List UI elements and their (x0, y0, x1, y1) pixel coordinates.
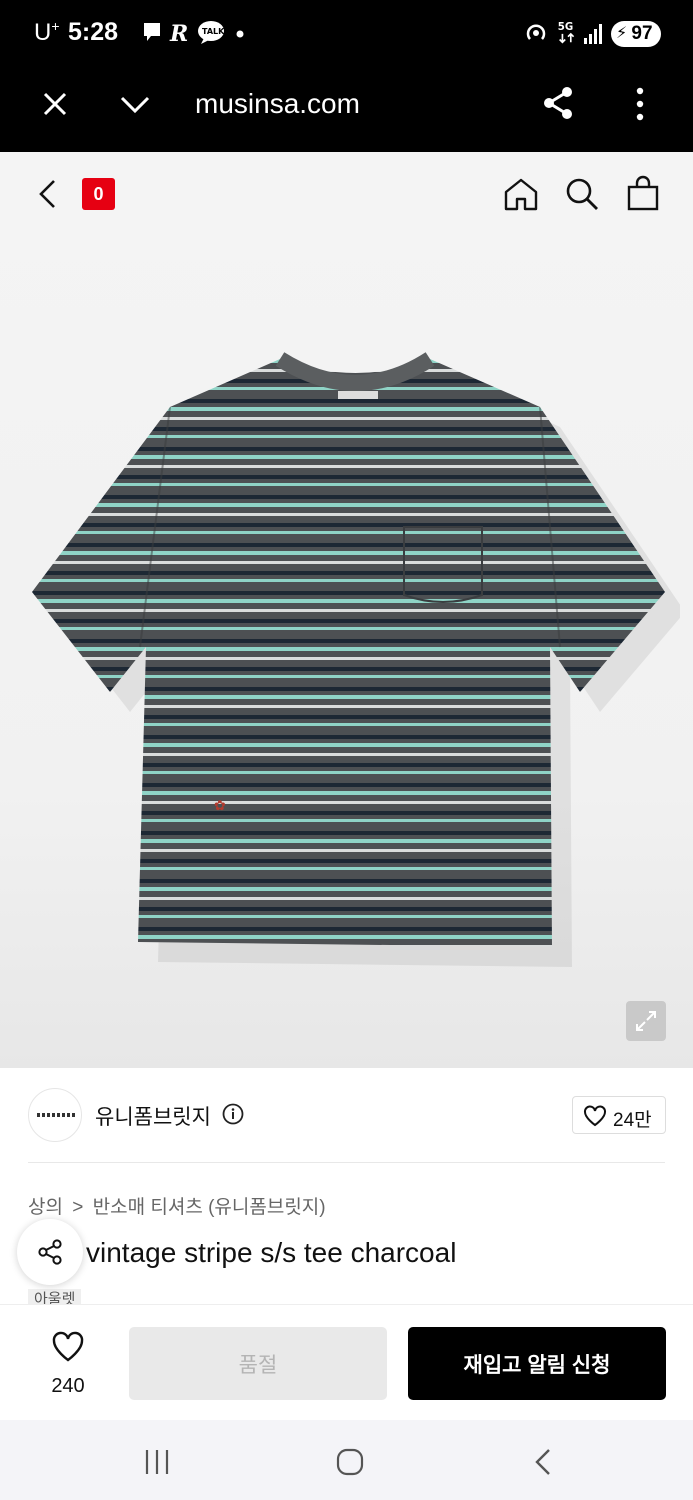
bag-icon[interactable] (625, 174, 661, 212)
cart-count-badge[interactable]: 0 (82, 178, 115, 210)
svg-text:5G: 5G (558, 22, 573, 33)
close-icon[interactable] (40, 89, 70, 119)
soldout-button[interactable]: 품절 (129, 1327, 387, 1400)
heart-icon (52, 1331, 84, 1362)
svg-text:TALK: TALK (202, 27, 225, 36)
app-r-icon: R (169, 21, 188, 46)
browser-toolbar: musinsa.com (0, 66, 693, 152)
brand-name[interactable]: 유니폼브릿지 (95, 1101, 211, 1131)
dot-icon (236, 30, 244, 38)
share-icon[interactable] (541, 85, 575, 121)
home-nav-icon[interactable] (335, 1447, 365, 1477)
svg-text:✿: ✿ (214, 798, 226, 814)
zoom-button[interactable] (626, 1001, 666, 1041)
purchase-action-bar: 240 품절 재입고 알림 신청 (0, 1304, 693, 1420)
home-icon[interactable] (503, 176, 539, 212)
status-bar: U+ 5:28 R TALK 5G ⚡ 97 (0, 0, 693, 66)
product-photo: ✿ (32, 352, 680, 967)
wishlist-count: 240 (51, 1375, 85, 1397)
breadcrumb: 상의 > 반소매 티셔츠 (유니폼브릿지) (28, 1192, 326, 1219)
brand-like-count: 24만 (613, 1110, 652, 1131)
breadcrumb-category[interactable]: 상의 (28, 1197, 63, 1218)
info-icon[interactable] (222, 1103, 244, 1125)
back-icon[interactable] (36, 178, 60, 210)
svg-text:R: R (169, 21, 188, 46)
search-icon[interactable] (564, 176, 600, 212)
chevron-down-icon[interactable] (118, 89, 152, 119)
more-vert-icon[interactable] (630, 86, 650, 122)
battery-indicator: ⚡ 97 (611, 21, 661, 47)
product-title: vintage stripe s/s tee charcoal (86, 1237, 457, 1268)
hotspot-icon (526, 24, 546, 40)
brand-logo[interactable] (28, 1088, 82, 1142)
talk-icon: TALK (198, 21, 225, 44)
breadcrumb-subcategory[interactable]: 반소매 티셔츠 (유니폼브릿지) (93, 1197, 326, 1218)
breadcrumb-separator: > (72, 1197, 84, 1218)
charging-icon: ⚡ (616, 25, 628, 42)
recent-apps-icon[interactable] (142, 1448, 172, 1476)
clock: 5:28 (68, 18, 119, 46)
system-nav-bar (0, 1420, 693, 1500)
wishlist-button[interactable]: 240 (38, 1327, 98, 1397)
signal-icon (584, 24, 602, 44)
back-nav-icon[interactable] (532, 1447, 556, 1477)
network-5g-icon: 5G (558, 22, 575, 44)
expand-icon (636, 1011, 656, 1031)
message-icon (144, 23, 160, 41)
share-icon (38, 1239, 62, 1265)
heart-icon (584, 1105, 606, 1127)
divider (28, 1162, 665, 1163)
share-fab-button[interactable] (17, 1219, 83, 1285)
product-image-area[interactable]: 0 ✿ (0, 152, 693, 1068)
url-field[interactable]: musinsa.com (195, 88, 360, 120)
brand-row[interactable]: 유니폼브릿지 24만 (0, 1068, 693, 1164)
restock-alert-button[interactable]: 재입고 알림 신청 (408, 1327, 666, 1400)
brand-like-button[interactable]: 24만 (572, 1096, 666, 1134)
carrier-label: U+ (34, 18, 60, 46)
